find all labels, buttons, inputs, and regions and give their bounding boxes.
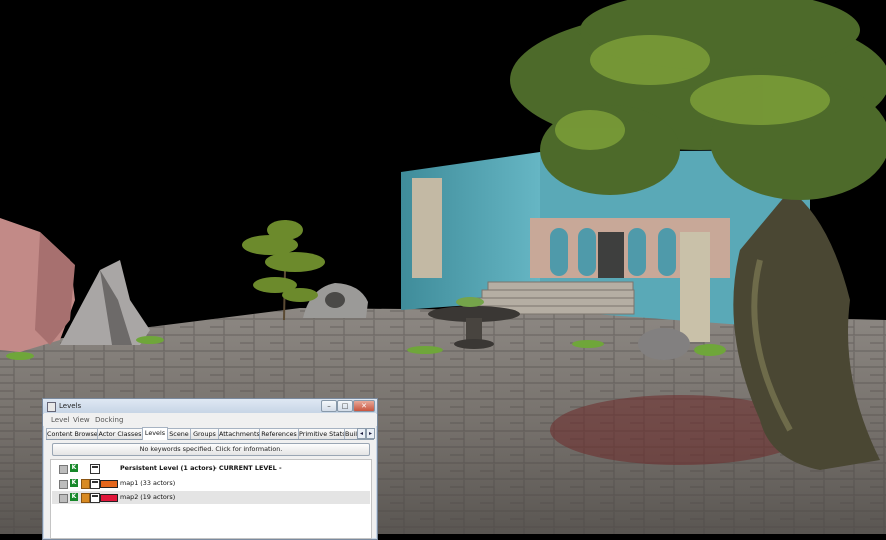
level-color-swatch[interactable] <box>100 494 118 502</box>
statue <box>598 232 624 278</box>
tab-attachments[interactable]: Attachments <box>218 428 260 439</box>
level-name: map1 (33 actors) <box>120 479 176 487</box>
current-level-label: - CURRENT LEVEL - <box>214 464 282 472</box>
tab-levels[interactable]: Levels <box>142 427 168 440</box>
lock-icon[interactable] <box>81 493 90 503</box>
tab-primitive-stats[interactable]: Primitive Stats <box>298 428 345 439</box>
kismet-icon[interactable]: K <box>70 479 78 487</box>
tab-groups[interactable]: Groups <box>190 428 219 439</box>
lock-icon[interactable] <box>81 479 90 489</box>
window-titlebar[interactable]: Levels – □ ✕ <box>43 399 377 413</box>
visibility-checkbox[interactable] <box>59 465 68 474</box>
minimize-button[interactable]: – <box>321 400 337 412</box>
level-row-persistent[interactable]: K Persistent Level (1 actors) - CURRENT … <box>52 462 370 475</box>
menu-level[interactable]: Level <box>51 416 69 424</box>
menu-view[interactable]: View <box>73 416 90 424</box>
close-button[interactable]: ✕ <box>353 400 375 412</box>
levels-window: Levels – □ ✕ Level View Docking Content … <box>42 398 378 540</box>
save-icon[interactable] <box>90 493 100 503</box>
tab-actor-classes[interactable]: Actor Classes <box>97 428 143 439</box>
tab-scroll-right-icon[interactable]: ▸ <box>366 428 375 439</box>
menu-docking[interactable]: Docking <box>95 416 123 424</box>
broken-pillar <box>680 232 710 342</box>
level-row-map1[interactable]: K map1 (33 actors) <box>52 477 370 490</box>
window-title: Levels <box>59 402 82 410</box>
maximize-button[interactable]: □ <box>337 400 353 412</box>
save-icon[interactable] <box>90 479 100 489</box>
tab-references[interactable]: References <box>259 428 299 439</box>
visibility-checkbox[interactable] <box>59 494 68 503</box>
keyword-filter-bar[interactable]: No keywords specified. Click for informa… <box>52 443 370 456</box>
tab-build[interactable]: Build <box>344 428 358 439</box>
tab-scene[interactable]: Scene <box>167 428 191 439</box>
level-row-map2[interactable]: K map2 (19 actors) <box>52 491 370 504</box>
kismet-icon[interactable]: K <box>70 464 78 472</box>
tab-content-browser[interactable]: Content Browser <box>46 428 98 439</box>
level-list: K Persistent Level (1 actors) - CURRENT … <box>50 459 372 539</box>
level-color-swatch[interactable] <box>100 480 118 488</box>
level-name: map2 (19 actors) <box>120 493 176 501</box>
window-app-icon <box>47 402 56 412</box>
kismet-icon[interactable]: K <box>70 493 78 501</box>
tab-scroll-left-icon[interactable]: ◂ <box>357 428 366 439</box>
tab-strip: Content Browser Actor Classes Levels Sce… <box>46 427 375 440</box>
save-icon[interactable] <box>90 464 100 474</box>
visibility-checkbox[interactable] <box>59 480 68 489</box>
menu-bar: Level View Docking <box>43 414 377 426</box>
level-name: Persistent Level (1 actors) <box>120 464 216 472</box>
